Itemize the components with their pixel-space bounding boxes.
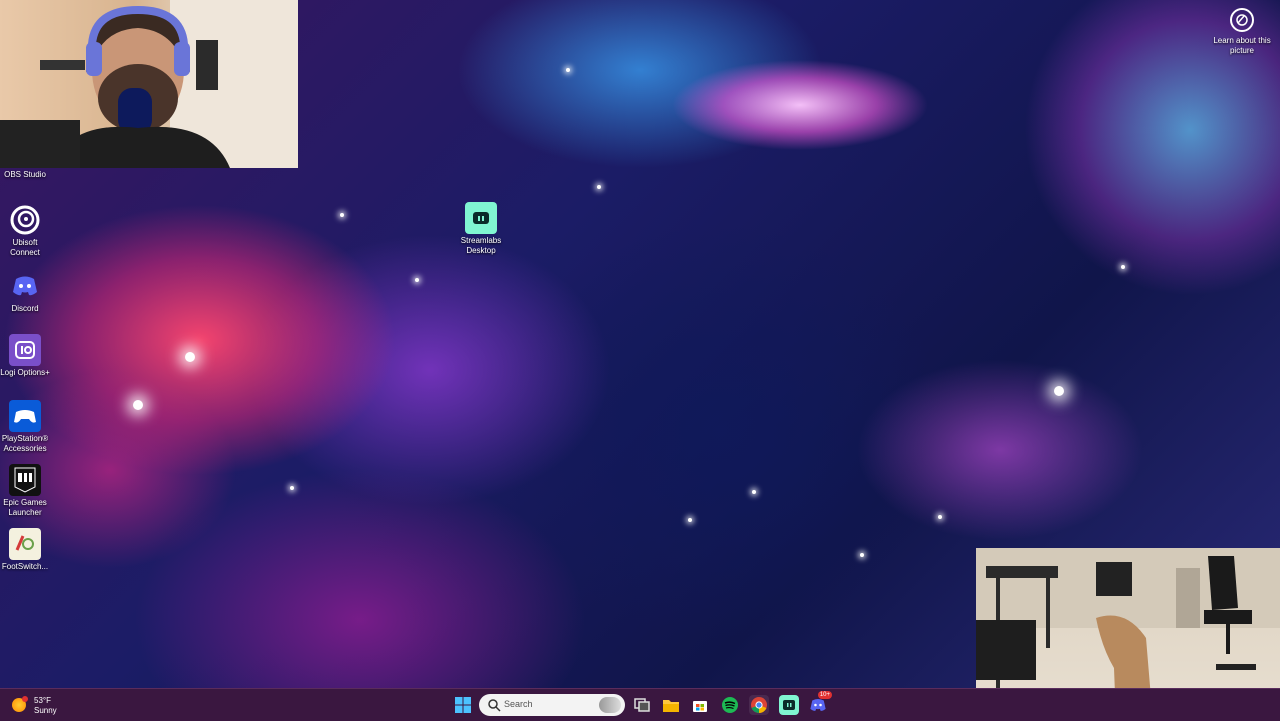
star bbox=[566, 68, 570, 72]
playstation-controller-icon bbox=[9, 400, 41, 432]
desktop-icon-playstation-accessories[interactable]: PlayStation® Accessories bbox=[0, 400, 50, 454]
star bbox=[938, 515, 942, 519]
streamlabs-icon bbox=[465, 202, 497, 234]
desktop-icon-ubisoft-connect[interactable]: Ubisoft Connect bbox=[0, 204, 50, 258]
star bbox=[688, 518, 692, 522]
logi-options-icon bbox=[9, 334, 41, 366]
desktop-icon-label: FootSwitch... bbox=[1, 562, 49, 571]
learn-about-picture[interactable]: Learn about this picture bbox=[1212, 8, 1272, 56]
desktop-icon-label: PlayStation® Accessories bbox=[1, 434, 49, 453]
desktop-icon-footswitch[interactable]: FootSwitch... bbox=[0, 528, 50, 572]
webcam-overlay-streamer bbox=[0, 0, 298, 168]
store-bag-icon bbox=[693, 701, 707, 712]
desktop-icon-obs-studio[interactable]: OBS Studio bbox=[0, 170, 50, 180]
start-button[interactable] bbox=[453, 695, 473, 715]
chrome-icon bbox=[751, 697, 767, 714]
star bbox=[597, 185, 601, 189]
desktop-icon-label: OBS Studio bbox=[4, 170, 46, 179]
desktop-icon-logi-options[interactable]: Logi Options+ bbox=[0, 334, 50, 378]
search-icon bbox=[488, 699, 501, 712]
footswitch-key-icon bbox=[9, 528, 41, 560]
discord-notification-badge: 10+ bbox=[817, 691, 832, 699]
desktop-icon-streamlabs-desktop[interactable]: Streamlabs Desktop bbox=[456, 202, 506, 256]
desktop-icon-label: Streamlabs Desktop bbox=[460, 236, 502, 255]
search-highlight-icon bbox=[599, 697, 621, 713]
task-view-button[interactable] bbox=[632, 695, 652, 715]
star bbox=[340, 213, 344, 217]
epic-games-icon bbox=[9, 464, 41, 496]
file-explorer-button[interactable] bbox=[661, 695, 681, 715]
desktop-icon-label: Logi Options+ bbox=[0, 368, 50, 377]
taskbar: 53°F Sunny Search 10+ bbox=[0, 688, 1280, 721]
desktop-icon-label: Ubisoft Connect bbox=[10, 238, 40, 257]
streamlabs-button[interactable] bbox=[779, 695, 799, 715]
streamer-video-frame bbox=[0, 0, 298, 168]
desktop-icon-label: Discord bbox=[11, 304, 39, 313]
folder-icon bbox=[663, 700, 679, 712]
spotify-icon bbox=[722, 697, 738, 713]
chrome-button[interactable] bbox=[749, 695, 769, 715]
camera-lens-icon bbox=[1230, 8, 1254, 32]
desktop-icon-epic-games-launcher[interactable]: Epic Games Launcher bbox=[0, 464, 50, 518]
discord-icon bbox=[810, 698, 826, 711]
weather-temperature: 53°F bbox=[34, 696, 51, 705]
star bbox=[860, 553, 864, 557]
windows-logo-icon bbox=[455, 697, 471, 713]
ubisoft-icon bbox=[9, 204, 41, 236]
microsoft-store-button[interactable] bbox=[690, 695, 710, 715]
star bbox=[1121, 265, 1125, 269]
desktop-icon-discord[interactable]: Discord bbox=[0, 270, 50, 314]
star bbox=[415, 278, 419, 282]
star bbox=[290, 486, 294, 490]
star bbox=[1054, 386, 1064, 396]
task-view-icon bbox=[634, 698, 650, 712]
star bbox=[133, 400, 143, 410]
spotlight-label: Learn about this picture bbox=[1213, 36, 1271, 55]
taskbar-search-box[interactable]: Search bbox=[479, 694, 625, 716]
weather-condition: Sunny bbox=[34, 706, 57, 715]
streamlabs-icon bbox=[783, 700, 795, 710]
search-placeholder: Search bbox=[504, 699, 533, 709]
desktop-icon-label: Epic Games Launcher bbox=[3, 498, 47, 517]
star bbox=[752, 490, 756, 494]
star bbox=[185, 352, 195, 362]
sun-icon bbox=[12, 696, 28, 712]
discord-icon bbox=[9, 270, 41, 302]
spotify-button[interactable] bbox=[720, 695, 740, 715]
discord-button[interactable]: 10+ bbox=[808, 691, 832, 715]
